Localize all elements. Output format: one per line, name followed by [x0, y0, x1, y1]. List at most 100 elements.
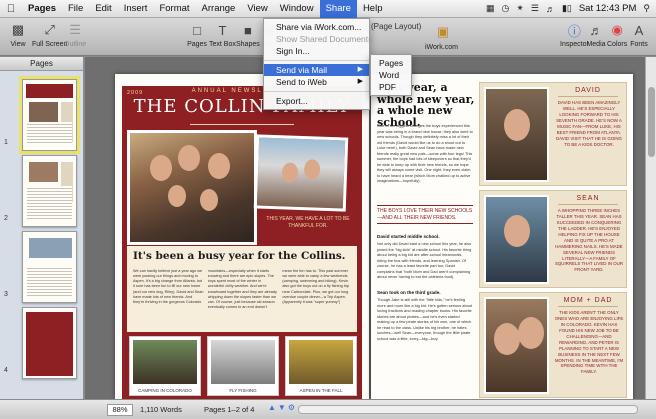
- menu-format[interactable]: Format: [153, 0, 195, 18]
- share-via-iwork-item[interactable]: Share via iWork.com...: [264, 21, 369, 33]
- photo-fly-fishing[interactable]: FLY FISHING: [207, 336, 279, 396]
- fonts-button[interactable]: A Fonts: [629, 20, 649, 49]
- mail-as-pdf-item[interactable]: PDF: [371, 81, 411, 93]
- menu-separator: [264, 60, 369, 61]
- vertical-scrollbar[interactable]: [645, 57, 656, 399]
- card-mom-dad[interactable]: MOM + DAD THE KIDS AREN'T THE ONLY ONES …: [479, 292, 627, 398]
- menu-app[interactable]: Pages: [22, 0, 62, 18]
- wifi-icon[interactable]: ☰: [531, 3, 539, 14]
- card-name-mom-dad: MOM + DAD: [563, 297, 613, 304]
- show-shared-documents-item[interactable]: Show Shared Documents: [264, 33, 372, 45]
- card-name-david: DAVID: [575, 87, 601, 94]
- iwork-icon-button[interactable]: ▣: [433, 22, 453, 42]
- card-text-david: DAVID HAS BEEN AMAZINGLY WELL. HE'S ESPE…: [556, 100, 622, 147]
- family-photo[interactable]: [127, 130, 257, 245]
- battery-icon[interactable]: ▮▯: [562, 3, 572, 14]
- sidebar-title: Pages: [0, 57, 83, 71]
- media-button[interactable]: ♬ Media: [586, 20, 606, 49]
- menu-window[interactable]: Window: [274, 0, 320, 18]
- zoom-select[interactable]: 88%: [107, 404, 133, 416]
- text-david[interactable]: Not only did David start a new school th…: [377, 241, 473, 287]
- story-column-2: mountains—especially when it starts snow…: [207, 269, 277, 309]
- volume-icon[interactable]: ♬: [546, 4, 555, 14]
- share-menu: Share via iWork.com... Show Shared Docum…: [263, 18, 372, 110]
- page-count: Pages 1–2 of 4: [204, 405, 255, 414]
- colors-button[interactable]: ◉ Colors: [607, 20, 627, 48]
- card-sean[interactable]: SEAN A WHOPPING THREE INCHES TALLER THIS…: [479, 190, 627, 288]
- subhead-sean[interactable]: Sean took on the third grade.: [377, 290, 473, 295]
- menu-edit[interactable]: Edit: [89, 0, 117, 18]
- school-intro[interactable]: One of the biggest changes the boys expe…: [377, 123, 473, 184]
- sign-in-item[interactable]: Sign In...: [264, 45, 369, 57]
- clock[interactable]: Sat 12:43 PM: [579, 3, 637, 14]
- page-thumbnail-4[interactable]: [22, 307, 77, 379]
- story-column-3: mean the fun has to. This past summer we…: [282, 269, 350, 304]
- page-thumbnail-1[interactable]: [19, 76, 80, 154]
- menu-arrange[interactable]: Arrange: [196, 0, 242, 18]
- photo-camping[interactable]: CAMPING IN COLORADO: [129, 336, 201, 396]
- iwork-icon: ▣: [436, 24, 450, 39]
- page-number-2: 2: [4, 215, 8, 222]
- page-thumbnail-2[interactable]: [22, 155, 77, 227]
- text-box-button[interactable]: T Text Box: [209, 20, 236, 49]
- shapes-button[interactable]: ■ Shapes: [236, 20, 260, 49]
- menu-file[interactable]: File: [62, 0, 89, 18]
- full-screen-button[interactable]: ⤢ Full Screen: [32, 20, 67, 48]
- send-via-mail-item[interactable]: Send via Mail ▶: [264, 64, 369, 76]
- photo-aspen[interactable]: ASPEN IN THE FALL: [285, 336, 357, 396]
- menu-share[interactable]: Share: [319, 0, 357, 18]
- pages-window:  Pages File Edit Insert Format Arrange …: [0, 0, 656, 419]
- page-number-1: 1: [4, 139, 8, 146]
- page-1[interactable]: 2009 ANNUAL NEWSLETTER THE COLLIN FAMILY…: [115, 74, 369, 399]
- photo-mom-dad[interactable]: [484, 297, 549, 394]
- caption-camping: CAMPING IN COLORADO: [138, 388, 192, 393]
- send-to-iweb-item[interactable]: Send to iWeb ▶: [264, 76, 369, 88]
- pages-button[interactable]: □ Pages: [187, 20, 207, 49]
- page-2[interactable]: New year, a whole new year, a whole new …: [371, 74, 633, 399]
- horizontal-scrollbar[interactable]: [298, 405, 638, 414]
- outline-icon: ☰: [69, 22, 81, 37]
- pages-icon: □: [193, 22, 201, 38]
- inspector-button[interactable]: ⓘ Inspector: [560, 20, 589, 49]
- card-david[interactable]: DAVID DAVID HAS BEEN AMAZINGLY WELL. HE'…: [479, 82, 627, 186]
- outline-button[interactable]: ☰ Outline: [64, 20, 86, 48]
- view-button[interactable]: ▩ View: [8, 20, 28, 48]
- status-bar: 88% 1,110 Words Pages 1–2 of 4 ▲▼⚙: [0, 399, 656, 419]
- page-number-3: 3: [4, 291, 8, 298]
- mail-as-pages-item[interactable]: Pages: [371, 57, 411, 69]
- story-headline[interactable]: It's been a busy year for the Collins.: [133, 250, 345, 262]
- caption-aspen: ASPEN IN THE FALL: [299, 388, 343, 393]
- view-icon: ▩: [11, 22, 25, 37]
- bluetooth-icon[interactable]: ✴: [516, 3, 524, 14]
- apple-icon[interactable]: : [0, 3, 22, 15]
- menu-insert[interactable]: Insert: [118, 0, 154, 18]
- iwork-link[interactable]: iWork.com: [425, 44, 458, 51]
- spaces-icon[interactable]: ▦: [486, 3, 495, 14]
- media-icon: ♬: [589, 22, 603, 38]
- photo-sean[interactable]: [484, 195, 549, 284]
- menu-help[interactable]: Help: [357, 0, 389, 18]
- page-nav-arrows-icon[interactable]: ▲▼⚙: [268, 403, 297, 412]
- inspector-icon: ⓘ: [567, 23, 581, 39]
- page-thumbnail-3[interactable]: [22, 231, 77, 303]
- export-item[interactable]: Export...: [264, 95, 369, 107]
- shapes-icon: ■: [243, 22, 252, 38]
- menu-view[interactable]: View: [241, 0, 273, 18]
- caption-fly-fishing: FLY FISHING: [229, 388, 257, 393]
- document-title: (Page Layout): [371, 22, 422, 31]
- colors-icon: ◉: [611, 22, 623, 37]
- subhead-david[interactable]: David started middle school.: [377, 234, 473, 239]
- text-box-icon: T: [218, 22, 227, 38]
- full-screen-icon: ⤢: [44, 22, 55, 37]
- story-columns[interactable]: We can hardly believe just a year ago we…: [133, 269, 353, 327]
- photo-david[interactable]: [484, 87, 549, 182]
- pull-quote[interactable]: THE BOYS LOVE THEIR NEW SCHOOLS—AND ALL …: [377, 205, 473, 224]
- time-machine-icon[interactable]: ◷: [501, 3, 509, 14]
- text-sean[interactable]: Though Jake is still with the "little ki…: [377, 297, 473, 343]
- submenu-arrow-icon: ▶: [357, 66, 363, 73]
- spotlight-icon[interactable]: ⚲: [643, 3, 650, 14]
- fonts-icon: A: [634, 22, 644, 38]
- vertical-scroll-knob[interactable]: [648, 87, 655, 157]
- mail-as-word-item[interactable]: Word: [371, 69, 411, 81]
- couple-photo[interactable]: [253, 134, 349, 212]
